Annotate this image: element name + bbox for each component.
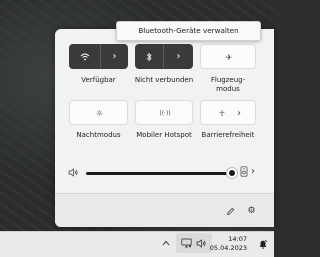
bluetooth-icon[interactable] [135,44,163,69]
show-hidden-icons-caret-icon[interactable] [161,238,171,248]
tray-volume-icon[interactable] [195,237,207,249]
tile-label-accessibility: Barrierefreiheit [201,131,255,139]
audio-output-icon[interactable] [239,165,249,178]
wifi-tile[interactable]: › [69,44,128,69]
airplane-mode-tile[interactable]: ✈ [200,44,256,69]
wifi-icon[interactable] [69,44,100,69]
bluetooth-tile[interactable]: › [135,44,193,69]
settings-gear-icon[interactable]: ⚙ [246,205,257,216]
edit-pencil-icon[interactable] [225,206,235,216]
tile-label-mobile-hotspot: Mobiler Hotspot [136,131,192,139]
tile-label-wifi: Verfügbar [81,76,116,84]
tile-label-airplane-mode: Flugzeug- modus [210,76,246,93]
audio-output-chevron[interactable]: › [249,165,257,178]
airplane-icon: ✈ [225,53,233,62]
tile-label-night-light: Nachtmodus [76,131,121,139]
clock-date: 05.04.2023 [209,244,247,252]
mobile-hotspot-tile[interactable]: ((·)) [135,100,193,125]
volume-slider-thumb[interactable] [227,168,237,178]
volume-slider-track[interactable] [86,172,232,175]
tooltip: Bluetooth-Geräte verwalten [116,21,261,41]
quick-settings-footer [55,193,274,227]
tile-label-bluetooth: Nicht verbunden [134,76,194,84]
accessibility-expand-chevron[interactable]: › [231,101,247,126]
wifi-expand-chevron[interactable]: › [101,44,128,69]
volume-icon[interactable] [67,166,79,178]
accessibility-tile[interactable]: ☥ › [200,100,256,125]
network-icon[interactable] [180,237,192,249]
hotspot-icon: ((·)) [159,110,171,117]
notification-bell-icon[interactable] [257,238,268,249]
bluetooth-expand-chevron[interactable]: › [164,44,193,69]
taskbar-clock[interactable]: 14:07 05.04.2023 [210,235,247,253]
clock-time: 14:07 [228,235,247,243]
night-light-icon: ☼ [95,109,104,118]
night-light-tile[interactable]: ☼ [69,100,128,125]
